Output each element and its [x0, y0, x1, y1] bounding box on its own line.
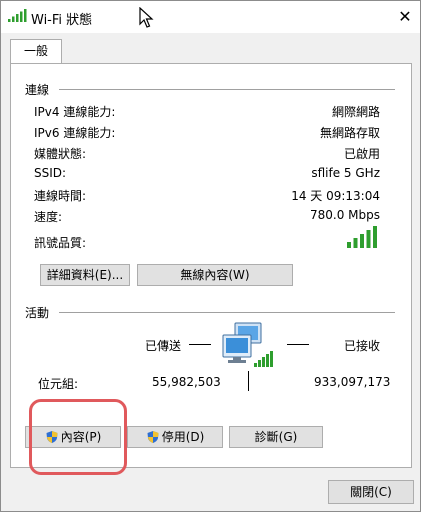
uac-shield-icon: [147, 431, 159, 443]
connection-separator: [59, 89, 395, 90]
window-title: Wi-Fi 狀態: [31, 13, 93, 28]
ssid-label: SSID:: [34, 166, 67, 180]
media-state-value: 已啟用: [343, 147, 380, 161]
network-computers-icon: [222, 322, 273, 367]
highlight-annotation: [29, 399, 127, 475]
wifi-signal-icon: [8, 9, 27, 22]
bytes-received-value: 933,097,173: [314, 375, 391, 389]
bytes-label: 位元組:: [38, 377, 79, 391]
details-button[interactable]: 詳細資料(E)...: [40, 264, 130, 286]
received-dash: [287, 344, 309, 345]
ipv4-value: 網際網路: [331, 105, 380, 119]
activity-heading: 活動: [25, 306, 50, 320]
disable-button-label: 停用(D): [161, 430, 205, 444]
mouse-cursor-icon: [139, 7, 154, 28]
duration-value: 14 天 09:13:04: [291, 189, 380, 203]
media-state-label: 媒體狀態:: [34, 147, 87, 161]
activity-separator: [59, 312, 395, 313]
speed-label: 速度:: [34, 210, 63, 224]
duration-label: 連線時間:: [34, 189, 87, 203]
speed-value: 780.0 Mbps: [309, 208, 380, 222]
ipv6-value: 無網路存取: [319, 126, 380, 140]
signal-quality-label: 訊號品質:: [34, 236, 87, 250]
received-label: 已接收: [344, 339, 381, 353]
title-bar[interactable]: Wi-Fi 狀態 ✕: [1, 1, 420, 33]
disable-button[interactable]: 停用(D): [127, 426, 223, 448]
sent-label: 已傳送: [145, 339, 182, 353]
tab-general[interactable]: 一般: [10, 39, 62, 64]
wireless-properties-button[interactable]: 無線內容(W): [137, 264, 293, 286]
connection-heading: 連線: [25, 83, 50, 97]
close-button[interactable]: 關閉(C): [328, 480, 414, 504]
bytes-sent-value: 55,982,503: [152, 375, 221, 389]
ssid-value: sflife 5 GHz: [311, 166, 380, 180]
signal-strength-icon: [347, 226, 377, 248]
tab-strip: 一般: [10, 39, 412, 64]
close-window-button[interactable]: ✕: [390, 1, 420, 33]
ipv6-label: IPv6 連線能力:: [34, 126, 116, 140]
sent-dash: [189, 344, 211, 345]
ipv4-label: IPv4 連線能力:: [34, 105, 116, 119]
diagnose-button[interactable]: 診斷(G): [229, 426, 323, 448]
bytes-divider: [248, 371, 249, 391]
wifi-status-window: Wi-Fi 狀態 ✕ 一般 連線 IPv4 連線能力: 網際網路 IPv6 連線…: [0, 0, 421, 512]
